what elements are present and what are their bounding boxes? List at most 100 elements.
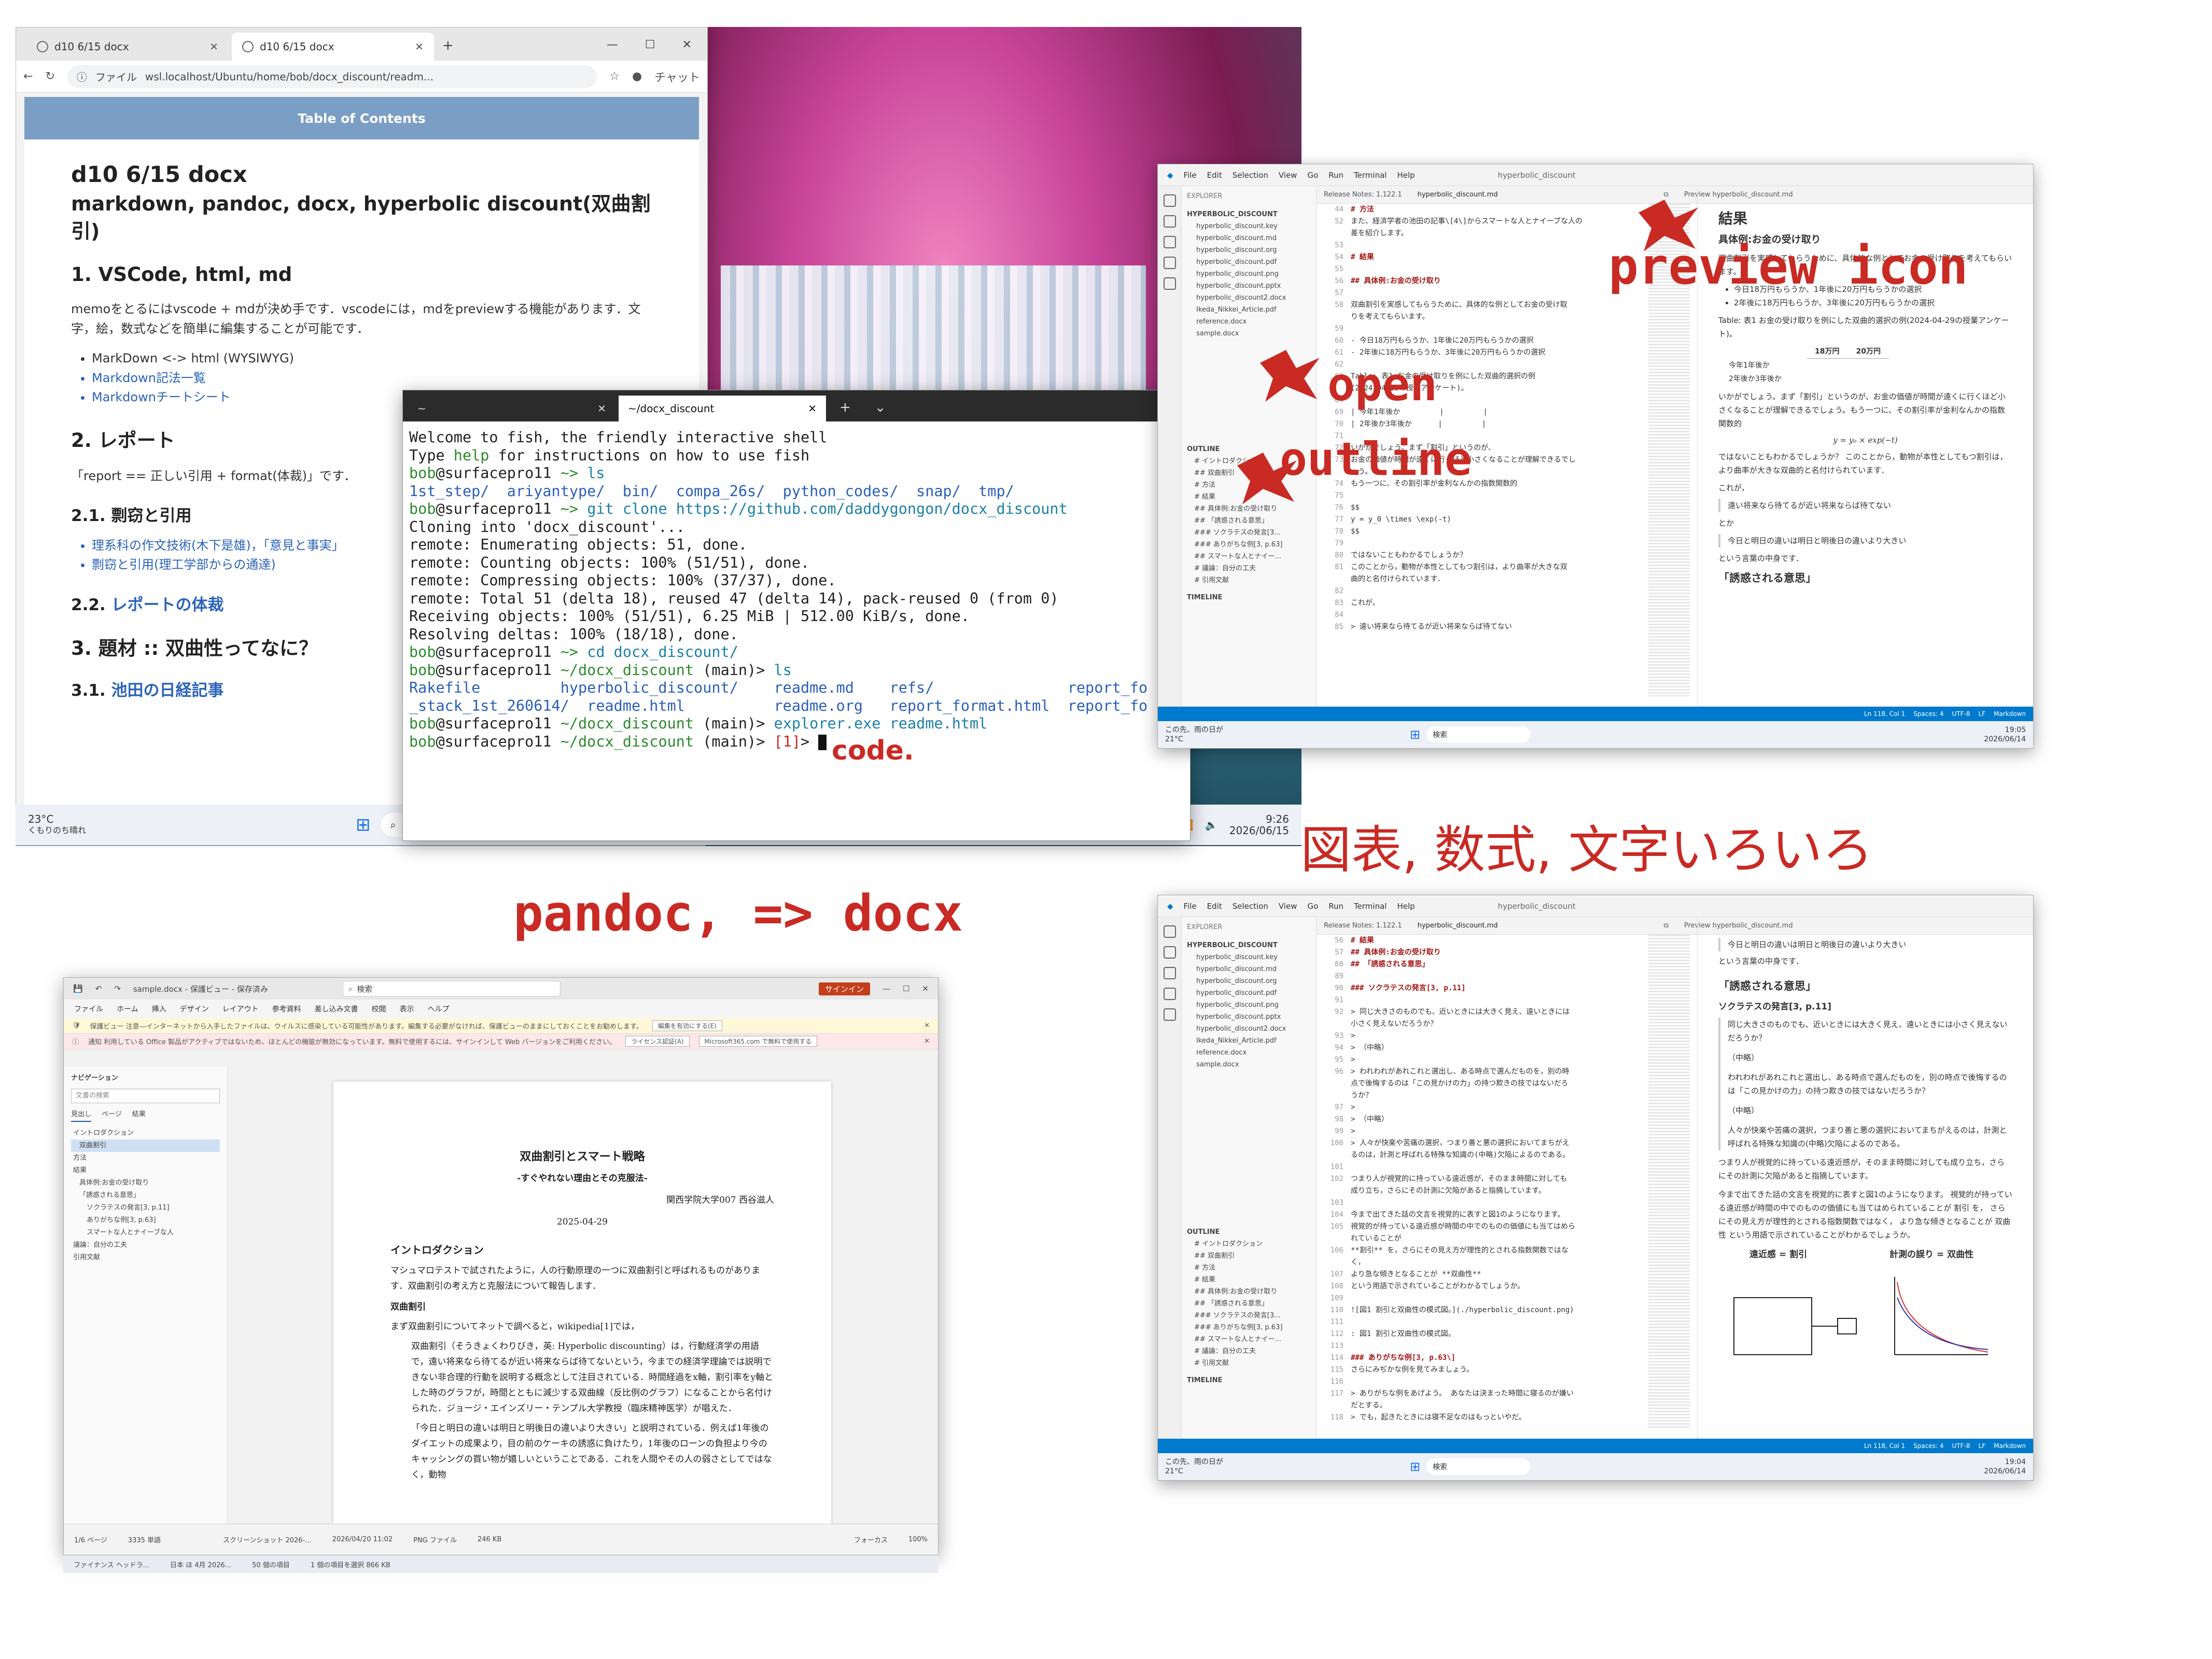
windows-start-icon[interactable]: ⊞ bbox=[1410, 727, 1420, 742]
enable-editing-button[interactable]: 編集を有効にする(E) bbox=[652, 1020, 722, 1031]
ribbon-tab[interactable]: レイアウト bbox=[222, 1004, 259, 1014]
status-language[interactable]: Markdown bbox=[1994, 710, 2026, 718]
status-indent[interactable]: Spaces: 4 bbox=[1913, 710, 1943, 718]
menu-run[interactable]: Run bbox=[1328, 171, 1343, 180]
close-window-icon[interactable]: ✕ bbox=[922, 984, 929, 993]
menu-selection[interactable]: Selection bbox=[1233, 902, 1268, 911]
outline-item[interactable]: ### ソクラテスの発言[3... bbox=[1194, 527, 1311, 539]
document-page[interactable]: 双曲割引とスマート戦略 -すぐやれない理由とその克服法- 関西学院大学007 西… bbox=[333, 1081, 831, 1524]
folder-name[interactable]: HYPERBOLIC_DISCOUNT bbox=[1187, 939, 1311, 951]
file-item[interactable]: hyperbolic_discount.md bbox=[1196, 963, 1311, 975]
ribbon-tab[interactable]: ファイル bbox=[74, 1004, 103, 1014]
close-icon[interactable]: ✕ bbox=[924, 1022, 930, 1030]
favorite-icon[interactable]: ☆ bbox=[609, 70, 620, 83]
nav-heading-item[interactable]: 議論：自分の工夫 bbox=[71, 1239, 220, 1252]
outline-item[interactable]: # 結果 bbox=[1194, 1274, 1311, 1286]
status-indent[interactable]: Spaces: 4 bbox=[1913, 1442, 1943, 1450]
nav-heading-item[interactable]: 方法 bbox=[71, 1152, 220, 1164]
weather-widget[interactable]: この先、雨の日が 21°C bbox=[1165, 1457, 1223, 1476]
status-cursor[interactable]: Ln 118, Col 1 bbox=[1864, 710, 1905, 718]
activate-button[interactable]: ライセンス認証(A) bbox=[625, 1036, 690, 1047]
outline-item[interactable]: ## 「誘惑される意思」 bbox=[1194, 515, 1311, 527]
file-item[interactable]: hyperbolic_discount.md bbox=[1196, 232, 1311, 244]
focus-mode-button[interactable]: フォーカス bbox=[854, 1535, 888, 1544]
menu-edit[interactable]: Edit bbox=[1207, 171, 1222, 180]
status-page[interactable]: 1/6 ページ bbox=[74, 1535, 107, 1544]
folder-name[interactable]: HYPERBOLIC_DISCOUNT bbox=[1187, 208, 1311, 220]
link-markdown-syntax[interactable]: Markdown記法一覧 bbox=[92, 369, 652, 388]
close-window-icon[interactable]: ✕ bbox=[682, 38, 692, 51]
avatar[interactable]: ● bbox=[632, 70, 642, 83]
close-icon[interactable]: ✕ bbox=[209, 40, 218, 53]
file-item[interactable]: hyperbolic_discount.org bbox=[1196, 975, 1311, 987]
new-tab-button[interactable]: + bbox=[437, 38, 459, 61]
menu-go[interactable]: Go bbox=[1307, 171, 1318, 180]
file-item[interactable]: hyperbolic_discount.pdf bbox=[1196, 987, 1311, 999]
browser-tab[interactable]: d10 6/15 docx ✕ bbox=[26, 33, 229, 61]
menu-help[interactable]: Help bbox=[1397, 902, 1415, 911]
status-language[interactable]: Markdown bbox=[1994, 1442, 2026, 1450]
run-debug-icon[interactable] bbox=[1163, 988, 1176, 1000]
finance-widget[interactable]: ファイナンス ヘッドラ... bbox=[74, 1559, 149, 1569]
outline-item[interactable]: ## 双曲割引 bbox=[1194, 1250, 1311, 1262]
ribbon-tab[interactable]: 校閲 bbox=[372, 1004, 386, 1014]
menu-go[interactable]: Go bbox=[1307, 902, 1318, 911]
new-tab-button[interactable]: + bbox=[829, 400, 861, 421]
clock[interactable]: 19:04 2026/06/14 bbox=[1984, 1457, 2026, 1476]
nav-heading-item[interactable]: 「誘惑される意思」 bbox=[71, 1189, 220, 1202]
status-cursor[interactable]: Ln 118, Col 1 bbox=[1864, 1442, 1905, 1450]
toc-header[interactable]: Table of Contents bbox=[24, 97, 699, 139]
timeline-title[interactable]: TIMELINE bbox=[1187, 592, 1311, 603]
volume-icon[interactable]: 🔈 bbox=[1205, 819, 1218, 831]
extensions-icon[interactable] bbox=[1163, 1008, 1176, 1021]
menu-run[interactable]: Run bbox=[1328, 902, 1343, 911]
minimize-icon[interactable]: — bbox=[883, 984, 890, 993]
windows-start-icon[interactable]: ⊞ bbox=[356, 814, 371, 835]
menu-file[interactable]: File bbox=[1184, 902, 1197, 911]
outline-item[interactable]: # 引用文献 bbox=[1194, 574, 1311, 586]
search-icon[interactable] bbox=[1163, 946, 1176, 959]
code-editor[interactable]: 56 # 結果 57 ## 具体例:お金の受け取り 88 ## 「誘惑される意思」 89 90… bbox=[1317, 917, 1648, 1439]
nav-heading-item[interactable]: 具体例:お金の受け取り bbox=[71, 1177, 220, 1189]
address-bar[interactable]: ⓘ ファイル wsl.localhost/Ubuntu/home/bob/doc… bbox=[67, 65, 597, 88]
signin-button[interactable]: サインイン bbox=[818, 982, 870, 995]
ribbon-tab[interactable]: 参考資料 bbox=[272, 1004, 301, 1014]
nav-heading-item[interactable]: 結果 bbox=[71, 1164, 220, 1177]
minimize-icon[interactable]: — bbox=[607, 38, 618, 51]
file-item[interactable]: hyperbolic_discount.org bbox=[1196, 244, 1311, 256]
ribbon-tab[interactable]: デザイン bbox=[180, 1004, 209, 1014]
outline-item[interactable]: ## 具体例:お金の受け取り bbox=[1194, 1286, 1311, 1298]
ribbon-tab[interactable]: 挿入 bbox=[152, 1004, 166, 1014]
undo-icon[interactable]: ↶ bbox=[95, 984, 102, 993]
outline-item[interactable]: # 方法 bbox=[1194, 1262, 1311, 1274]
word-search[interactable]: ⌕ 検索 bbox=[342, 981, 561, 996]
zoom-level[interactable]: 100% bbox=[908, 1536, 928, 1543]
outline-item[interactable]: # 議論：自分の工夫 bbox=[1194, 563, 1311, 574]
close-icon[interactable]: ✕ bbox=[597, 402, 606, 415]
clock[interactable]: 19:05 2026/06/14 bbox=[1984, 725, 2026, 744]
outline-title[interactable]: OUTLINE bbox=[1187, 1226, 1311, 1238]
file-item[interactable]: hyperbolic_discount2.docx bbox=[1196, 1023, 1311, 1035]
search-icon[interactable] bbox=[1163, 215, 1176, 228]
outline-item[interactable]: ### ありがちな例[3, p.63] bbox=[1194, 539, 1311, 551]
outline-item[interactable]: ### ありがちな例[3, p.63] bbox=[1194, 1321, 1311, 1333]
outline-item[interactable]: ## スマートな人とナイー... bbox=[1194, 551, 1311, 563]
file-item[interactable]: Ikeda_Nikkei_Article.pdf bbox=[1196, 304, 1311, 316]
outline-item[interactable]: ## 「誘惑される意思」 bbox=[1194, 1298, 1311, 1310]
link-report-format[interactable]: レポートの体裁 bbox=[111, 596, 224, 614]
file-item[interactable]: reference.docx bbox=[1196, 316, 1311, 328]
outline-item[interactable]: # 引用文献 bbox=[1194, 1357, 1311, 1369]
save-icon[interactable]: 💾 bbox=[73, 984, 83, 993]
status-eol[interactable]: LF bbox=[1978, 710, 1985, 718]
nav-heading-item[interactable]: スマートな人とナイーブな人 bbox=[71, 1227, 220, 1239]
menu-terminal[interactable]: Terminal bbox=[1354, 171, 1387, 180]
status-eol[interactable]: LF bbox=[1978, 1442, 1985, 1450]
nav-heading-item[interactable]: 引用文献 bbox=[71, 1252, 220, 1264]
explorer-icon[interactable] bbox=[1163, 925, 1176, 938]
menu-selection[interactable]: Selection bbox=[1233, 171, 1268, 180]
file-item[interactable]: hyperbolic_discount.key bbox=[1196, 220, 1311, 232]
nav-heading-item[interactable]: 双曲割引 bbox=[71, 1140, 220, 1152]
outline-item[interactable]: # 議論：自分の工夫 bbox=[1194, 1345, 1311, 1357]
nav-tab-pages[interactable]: ページ bbox=[102, 1108, 122, 1122]
maximize-icon[interactable]: ☐ bbox=[903, 984, 909, 993]
